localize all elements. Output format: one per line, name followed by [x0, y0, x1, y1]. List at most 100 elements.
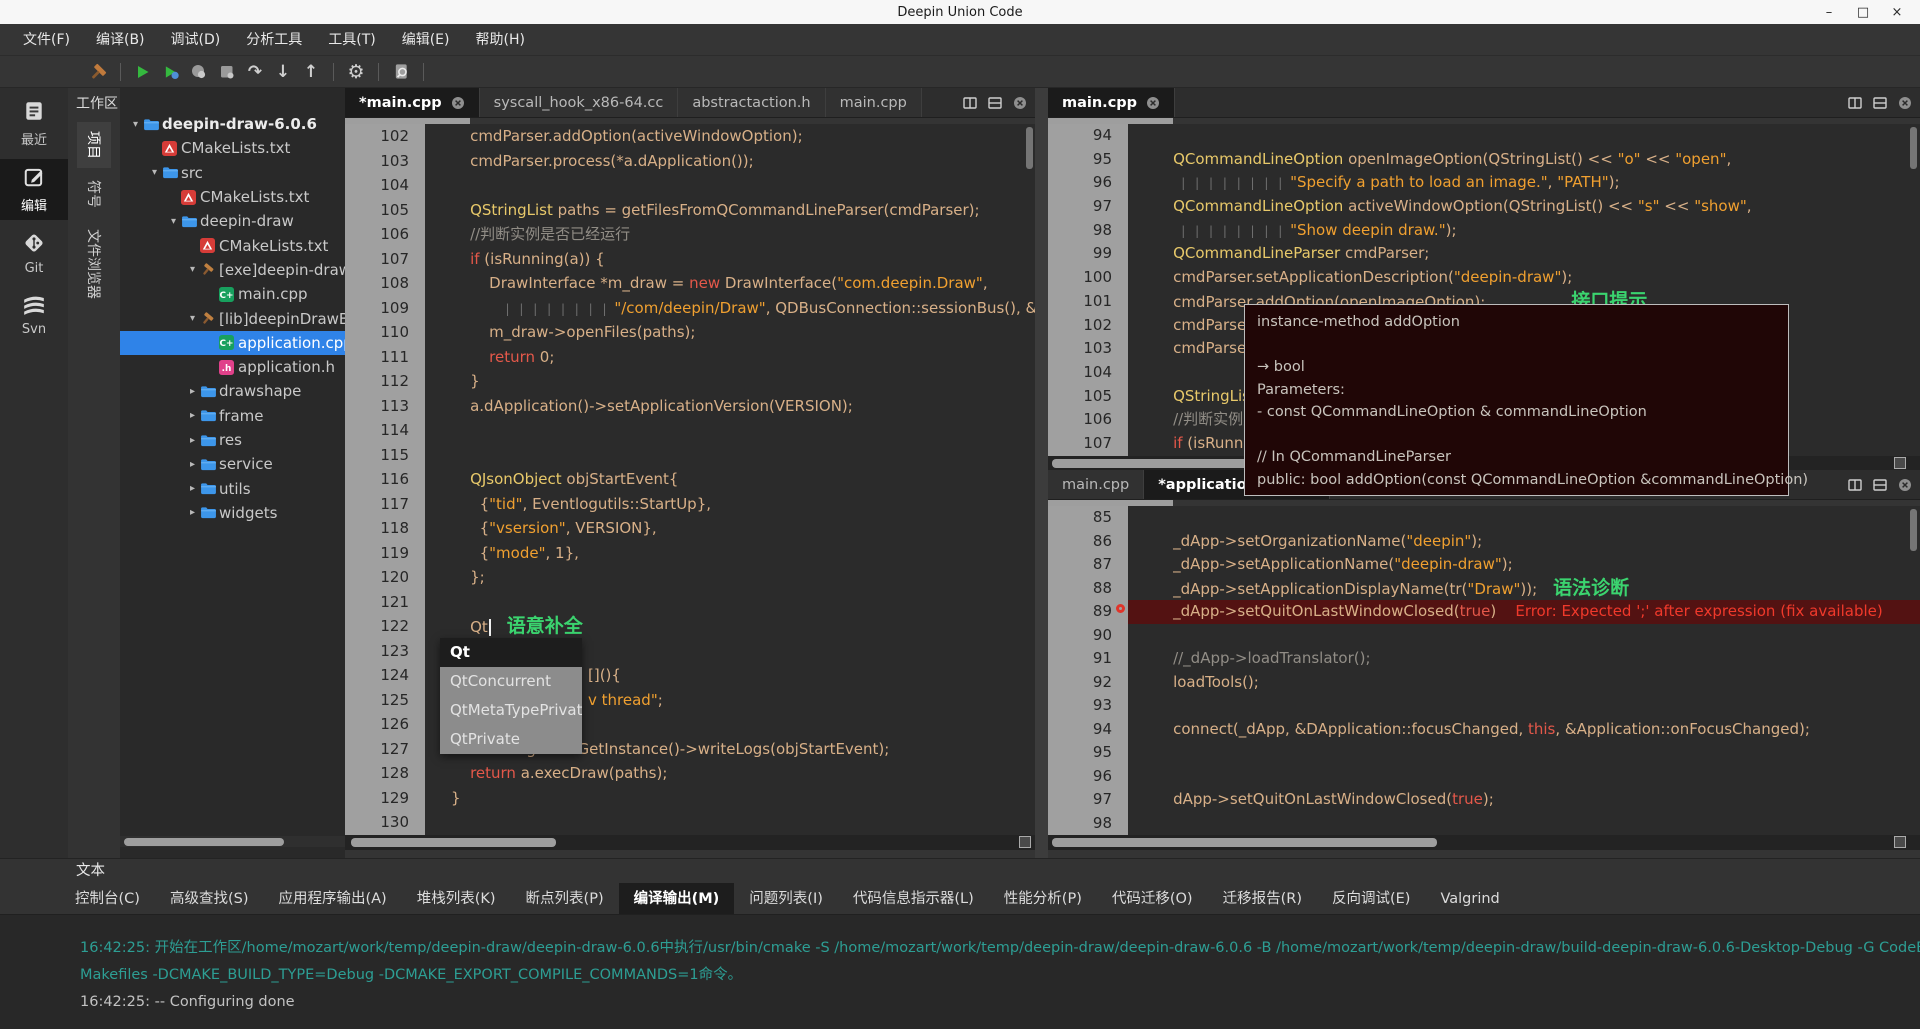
- line-number[interactable]: 103: [345, 149, 425, 174]
- code-line-94[interactable]: 94: [1048, 124, 1920, 148]
- line-number[interactable]: 121: [345, 590, 425, 615]
- tree-item-frame[interactable]: ▸frame: [120, 404, 345, 428]
- side-dock-tab-符号[interactable]: 符号: [77, 171, 111, 217]
- line-number[interactable]: 107: [345, 247, 425, 272]
- editor-splitter[interactable]: [1035, 88, 1048, 858]
- bottom-tab-反向调试(E)[interactable]: 反向调试(E): [1317, 883, 1425, 914]
- line-number[interactable]: 94: [1048, 718, 1128, 742]
- code-line-103[interactable]: 103 cmdParser.process(*a.dApplication())…: [345, 149, 1035, 174]
- line-number[interactable]: 119: [345, 541, 425, 566]
- code-line-104[interactable]: 104: [345, 173, 1035, 198]
- record-icon[interactable]: [185, 58, 213, 86]
- tab-close-icon[interactable]: [451, 96, 465, 110]
- tree-item-res[interactable]: ▸res: [120, 428, 345, 452]
- line-number[interactable]: 123: [345, 639, 425, 664]
- code-line-119[interactable]: 119 {"mode", 1},: [345, 541, 1035, 566]
- line-number[interactable]: 113: [345, 394, 425, 419]
- line-number[interactable]: 95: [1048, 148, 1128, 172]
- arrow-down-icon[interactable]: ↓: [269, 58, 297, 86]
- line-number[interactable]: 115: [345, 443, 425, 468]
- code-line-100[interactable]: 100 cmdParser.setApplicationDescription(…: [1048, 266, 1920, 290]
- code-line-98[interactable]: 98 | | | | | | | | "Show deepin draw.");: [1048, 219, 1920, 243]
- code-line-98[interactable]: 98: [1048, 812, 1920, 836]
- bottom-tab-问题列表(I)[interactable]: 问题列表(I): [734, 883, 838, 914]
- code-line-88[interactable]: 88 _dApp->setApplicationDisplayName(tr("…: [1048, 577, 1920, 601]
- code-line-90[interactable]: 90: [1048, 624, 1920, 648]
- editor-tab-abstractaction.h[interactable]: abstractaction.h: [678, 88, 825, 117]
- code-line-106[interactable]: 106 //判断实例是否已经运行: [345, 222, 1035, 247]
- split-vertical-icon[interactable]: [963, 96, 977, 110]
- chevron-down-icon[interactable]: ▾: [185, 264, 200, 275]
- code-line-117[interactable]: 117 {"tid", Eventlogutils::StartUp},: [345, 492, 1035, 517]
- bottom-tab-高级查找(S)[interactable]: 高级查找(S): [155, 883, 264, 914]
- split-vertical-icon[interactable]: [1848, 478, 1862, 492]
- line-number[interactable]: 101: [1048, 290, 1128, 314]
- tree-item-widgets[interactable]: ▸widgets: [120, 501, 345, 525]
- completion-item-Qt[interactable]: Qt: [440, 638, 582, 667]
- code-line-120[interactable]: 120 };: [345, 565, 1035, 590]
- build-output-console[interactable]: 16:42:25: 开始在工作区/home/mozart/work/temp/d…: [0, 915, 1920, 1029]
- code-line-95[interactable]: 95 QCommandLineOption openImageOption(QS…: [1048, 148, 1920, 172]
- editor-tab-syscall_hook_x86-64.cc[interactable]: syscall_hook_x86-64.cc: [480, 88, 679, 117]
- line-number[interactable]: 105: [345, 198, 425, 223]
- line-number[interactable]: 100: [1048, 266, 1128, 290]
- line-number[interactable]: 111: [345, 345, 425, 370]
- activitybar-item-最近[interactable]: 最近: [0, 93, 68, 154]
- editor-tab-main.cpp[interactable]: main.cpp: [1048, 470, 1144, 499]
- menu-item[interactable]: 分析工具: [233, 24, 315, 56]
- chevron-down-icon[interactable]: ▾: [128, 119, 143, 130]
- code-line-108[interactable]: 108 DrawInterface *m_draw = new DrawInte…: [345, 271, 1035, 296]
- tree-item-main.cpp[interactable]: C+main.cpp: [120, 282, 345, 306]
- line-number[interactable]: 118: [345, 516, 425, 541]
- code-editor-right-bottom[interactable]: 8586 _dApp->setOrganizationName("deepin"…: [1048, 506, 1920, 835]
- tab-close-icon[interactable]: [1146, 96, 1160, 110]
- activitybar-item-编辑[interactable]: 编辑: [0, 159, 68, 220]
- editor-right-bottom-hscrollbar[interactable]: [1048, 835, 1920, 850]
- hammer-icon[interactable]: [84, 58, 112, 86]
- editor-tab-*main.cpp[interactable]: *main.cpp: [345, 88, 480, 117]
- line-number[interactable]: 87: [1048, 553, 1128, 577]
- bottom-tab-应用程序输出(A)[interactable]: 应用程序输出(A): [263, 883, 401, 914]
- code-line-96[interactable]: 96 | | | | | | | | "Specify a path to lo…: [1048, 171, 1920, 195]
- code-line-112[interactable]: 112 }: [345, 369, 1035, 394]
- code-line-114[interactable]: 114: [345, 418, 1035, 443]
- line-number[interactable]: 88: [1048, 577, 1128, 601]
- line-number[interactable]: 102: [1048, 314, 1128, 338]
- code-line-93[interactable]: 93: [1048, 694, 1920, 718]
- completion-item-QtPrivate[interactable]: QtPrivate: [440, 725, 582, 754]
- code-line-128[interactable]: 128 return a.execDraw(paths);: [345, 761, 1035, 786]
- bottom-tab-性能分析(P)[interactable]: 性能分析(P): [989, 883, 1097, 914]
- close-icon[interactable]: ×: [1880, 5, 1914, 20]
- line-number[interactable]: 117: [345, 492, 425, 517]
- line-number[interactable]: 124: [345, 663, 425, 688]
- line-number[interactable]: 129: [345, 786, 425, 811]
- bottom-tab-代码迁移(O)[interactable]: 代码迁移(O): [1097, 883, 1208, 914]
- tree-item-deepin-draw[interactable]: ▾deepin-draw: [120, 209, 345, 233]
- maximize-icon[interactable]: □: [1846, 5, 1880, 20]
- code-line-92[interactable]: 92 loadTools();: [1048, 671, 1920, 695]
- code-line-94[interactable]: 94 connect(_dApp, &DApplication::focusCh…: [1048, 718, 1920, 742]
- line-number[interactable]: 90: [1048, 624, 1128, 648]
- tree-item-application.h[interactable]: .happlication.h: [120, 355, 345, 379]
- line-number[interactable]: 126: [345, 712, 425, 737]
- line-number[interactable]: 98: [1048, 812, 1128, 836]
- gear-icon[interactable]: ⚙: [342, 58, 370, 86]
- chevron-down-icon[interactable]: ▾: [166, 216, 181, 227]
- line-number[interactable]: 127: [345, 737, 425, 762]
- editor-left-vscrollbar[interactable]: [1026, 127, 1033, 169]
- tree-item-utils[interactable]: ▸utils: [120, 476, 345, 500]
- line-number[interactable]: 130: [345, 810, 425, 835]
- split-horizontal-icon[interactable]: [988, 96, 1002, 110]
- line-number[interactable]: 106: [345, 222, 425, 247]
- tree-item-CMakeLists.txt[interactable]: CMakeLists.txt: [120, 233, 345, 257]
- code-line-111[interactable]: 111 return 0;: [345, 345, 1035, 370]
- code-line-95[interactable]: 95: [1048, 741, 1920, 765]
- play-icon[interactable]: [129, 58, 157, 86]
- line-number[interactable]: 108: [345, 271, 425, 296]
- completion-item-QtMetaTypePrivate[interactable]: QtMetaTypePrivate: [440, 696, 582, 725]
- menu-item[interactable]: 文件(F): [10, 24, 83, 56]
- code-line-87[interactable]: 87 _dApp->setApplicationName("deepin-dra…: [1048, 553, 1920, 577]
- bottom-tab-迁移报告(R)[interactable]: 迁移报告(R): [1208, 883, 1317, 914]
- tree-horizontal-scrollbar[interactable]: [120, 836, 345, 847]
- line-number[interactable]: 116: [345, 467, 425, 492]
